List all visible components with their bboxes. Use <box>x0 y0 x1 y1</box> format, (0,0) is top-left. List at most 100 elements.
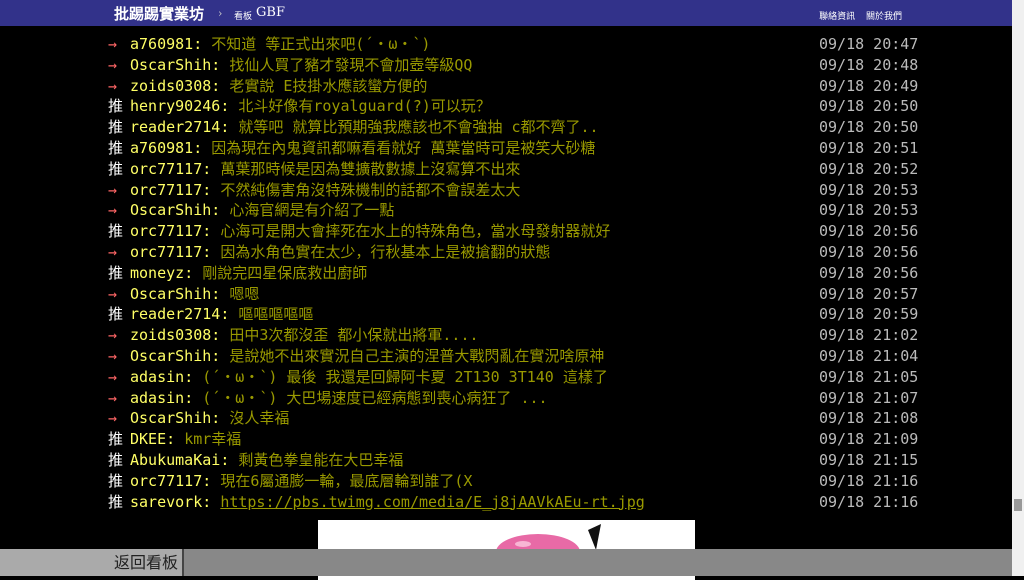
comment-row: → zoids0308: 田中3次都沒歪 都小保就出將軍.... 09/18 21:… <box>108 325 918 345</box>
contact-link[interactable]: 聯絡資訊 <box>819 12 855 22</box>
comment-time: 09/18 21:15 <box>819 451 919 469</box>
comment-time: 09/18 20:56 <box>819 243 919 261</box>
comment-colon: : <box>211 347 230 365</box>
comment-time: 09/18 20:53 <box>819 180 919 199</box>
comment-time: 09/18 20:56 <box>819 263 919 282</box>
scrollbar[interactable] <box>1012 0 1024 576</box>
push-tag: 推 <box>108 471 124 490</box>
comment-row: 推 orc77117: 現在6屬通膨一輪，最底層輪到誰了(X 09/18 21:16 <box>108 471 918 491</box>
comment-message: 因為現在內鬼資訊都嘛看看就好 萬葉當時可是被笑大砂糖 <box>211 139 596 157</box>
comment-message: 是說她不出來實況自己主演的涅普大戰閃亂在實況啥原神 <box>229 347 605 365</box>
comment-time: 09/18 20:48 <box>819 55 919 74</box>
comment-time: 09/18 20:53 <box>819 201 919 220</box>
comment-message: 萬葉那時候是因為雙擴散數據上沒寫算不出來 <box>220 159 521 178</box>
comment-user: adasin <box>130 388 185 407</box>
arrow-tag: → <box>108 347 118 365</box>
arrow-tag: → <box>108 388 118 407</box>
arrow-tag: → <box>108 35 118 53</box>
board-name-link[interactable]: GBF <box>256 5 285 20</box>
comment-time: 09/18 20:51 <box>819 139 919 157</box>
comment-user: orc77117 <box>130 159 203 178</box>
comment-user: reader2714 <box>130 118 221 137</box>
comment-message: 沒人幸福 <box>229 409 290 428</box>
board-prefix-label: 看板 <box>234 12 253 22</box>
comment-row: 推 reader2714: 就等吧 就算比預期強我應該也不會強抽 c都不齊了.. 0… <box>108 117 918 137</box>
comment-row: → OscarShih: 找仙人買了豬才發現不會加壺等級QQ 09/18 20:48 <box>108 55 918 75</box>
comment-user: moneyz <box>130 263 185 282</box>
scrollbar-thumb[interactable] <box>1014 499 1022 511</box>
comment-user: adasin <box>130 367 185 386</box>
comment-colon: : <box>202 243 221 261</box>
comment-colon: : <box>220 97 239 116</box>
comment-row: 推 sarevork: https://pbs.twimg.com/media/E… <box>108 492 918 512</box>
comment-colon: : <box>202 222 221 241</box>
push-tag: 推 <box>108 430 124 449</box>
comment-message: https://pbs.twimg.com/media/E_j8jAAVkAEu… <box>220 493 644 511</box>
comment-message: 不然純傷害角沒特殊機制的話都不會誤差太大 <box>220 180 521 199</box>
comment-link[interactable]: https://pbs.twimg.com/media/E_j8jAAVkAEu… <box>220 493 644 511</box>
comment-user: zoids0308 <box>130 326 212 345</box>
comment-user: orc77117 <box>130 222 203 241</box>
comment-user: OscarShih <box>130 201 212 220</box>
comment-message: (´・ω・`) 大巴場速度已經病態到喪心病狂了 ... <box>202 388 548 407</box>
comment-row: 推 reader2714: 嘔嘔嘔嘔嘔 09/18 20:59 <box>108 304 918 324</box>
comment-row: → OscarShih: 心海官網是有介紹了一點 09/18 20:53 <box>108 200 918 220</box>
comment-row: → OscarShih: 嗯嗯 09/18 20:57 <box>108 284 918 304</box>
comment-colon: : <box>211 409 230 428</box>
comment-row: → a760981: 不知道 等正式出來吧(´・ω・`) 09/18 20:47 <box>108 34 918 54</box>
comment-colon: : <box>211 55 230 74</box>
comment-message: 嘔嘔嘔嘔嘔 <box>238 305 314 324</box>
comment-colon: : <box>166 430 185 449</box>
comment-message: 找仙人買了豬才發現不會加壺等級QQ <box>229 55 473 74</box>
comment-time: 09/18 21:08 <box>819 409 919 428</box>
push-tag: 推 <box>108 263 124 282</box>
push-tag: 推 <box>108 159 124 178</box>
push-tag: 推 <box>108 492 124 511</box>
arrow-tag: → <box>108 76 118 95</box>
site-brand-link[interactable]: 批踢踢實業坊 <box>114 3 204 24</box>
comment-colon: : <box>211 326 230 345</box>
back-to-board-button[interactable]: 返回看板 <box>0 549 184 576</box>
comment-colon: : <box>193 35 212 53</box>
comment-time: 09/18 21:09 <box>819 430 919 449</box>
comment-row: 推 orc77117: 心海可是開大會摔死在水上的特殊角色，當水母發射器就好 09/… <box>108 221 918 241</box>
comment-message: 剛說完四星保底救出廚師 <box>202 263 368 282</box>
about-link[interactable]: 關於我們 <box>866 12 902 22</box>
bottom-bar: 返回看板 <box>0 549 1012 576</box>
comment-colon: : <box>202 471 221 490</box>
comment-colon: : <box>220 451 239 469</box>
comment-row: → OscarShih: 是說她不出來實況自己主演的涅普大戰閃亂在實況啥原神 09/… <box>108 346 918 366</box>
comment-row: → orc77117: 不然純傷害角沒特殊機制的話都不會誤差太大 09/18 20:… <box>108 180 918 200</box>
arrow-tag: → <box>108 243 118 261</box>
comment-row: → zoids0308: 老實說 E技掛水應該蠻方便的 09/18 20:49 <box>108 76 918 96</box>
comment-time: 09/18 20:52 <box>819 159 919 178</box>
arrow-tag: → <box>108 201 118 220</box>
comment-colon: : <box>184 367 203 386</box>
comment-colon: : <box>184 263 203 282</box>
arrow-tag: → <box>108 284 118 303</box>
comment-message: 嗯嗯 <box>229 284 260 303</box>
push-tag: 推 <box>108 305 124 324</box>
comment-time: 09/18 21:16 <box>819 471 919 490</box>
comment-row: → OscarShih: 沒人幸福 09/18 21:08 <box>108 408 918 428</box>
arrow-tag: → <box>108 409 118 428</box>
arrow-tag: → <box>108 55 118 74</box>
comment-row: 推 orc77117: 萬葉那時候是因為雙擴散數據上沒寫算不出來 09/18 20:… <box>108 159 918 179</box>
comment-row: → orc77117: 因為水角色實在太少，行秋基本上是被搶翻的狀態 09/18 2… <box>108 242 918 262</box>
comment-user: OscarShih <box>130 284 212 303</box>
comment-colon: : <box>202 159 221 178</box>
push-tag: 推 <box>108 139 124 157</box>
comment-row: → adasin: (´・ω・`) 最後 我還是回歸阿卡夏 2T130 3T140… <box>108 367 918 387</box>
comment-time: 09/18 20:50 <box>819 97 919 116</box>
comment-user: OscarShih <box>130 55 212 74</box>
arrow-tag: → <box>108 180 118 199</box>
comment-user: orc77117 <box>130 180 203 199</box>
comment-message: 剩黃色拳皇能在大巴幸福 <box>238 451 404 469</box>
comment-time: 09/18 20:57 <box>819 284 919 303</box>
comment-time: 09/18 21:04 <box>819 347 919 365</box>
top-links: 聯絡資訊 關於我們 <box>811 9 902 22</box>
comment-colon: : <box>193 139 212 157</box>
push-tag: 推 <box>108 118 124 137</box>
comment-row: 推 DKEE: kmr幸福 09/18 21:09 <box>108 429 918 449</box>
comment-colon: : <box>211 201 230 220</box>
